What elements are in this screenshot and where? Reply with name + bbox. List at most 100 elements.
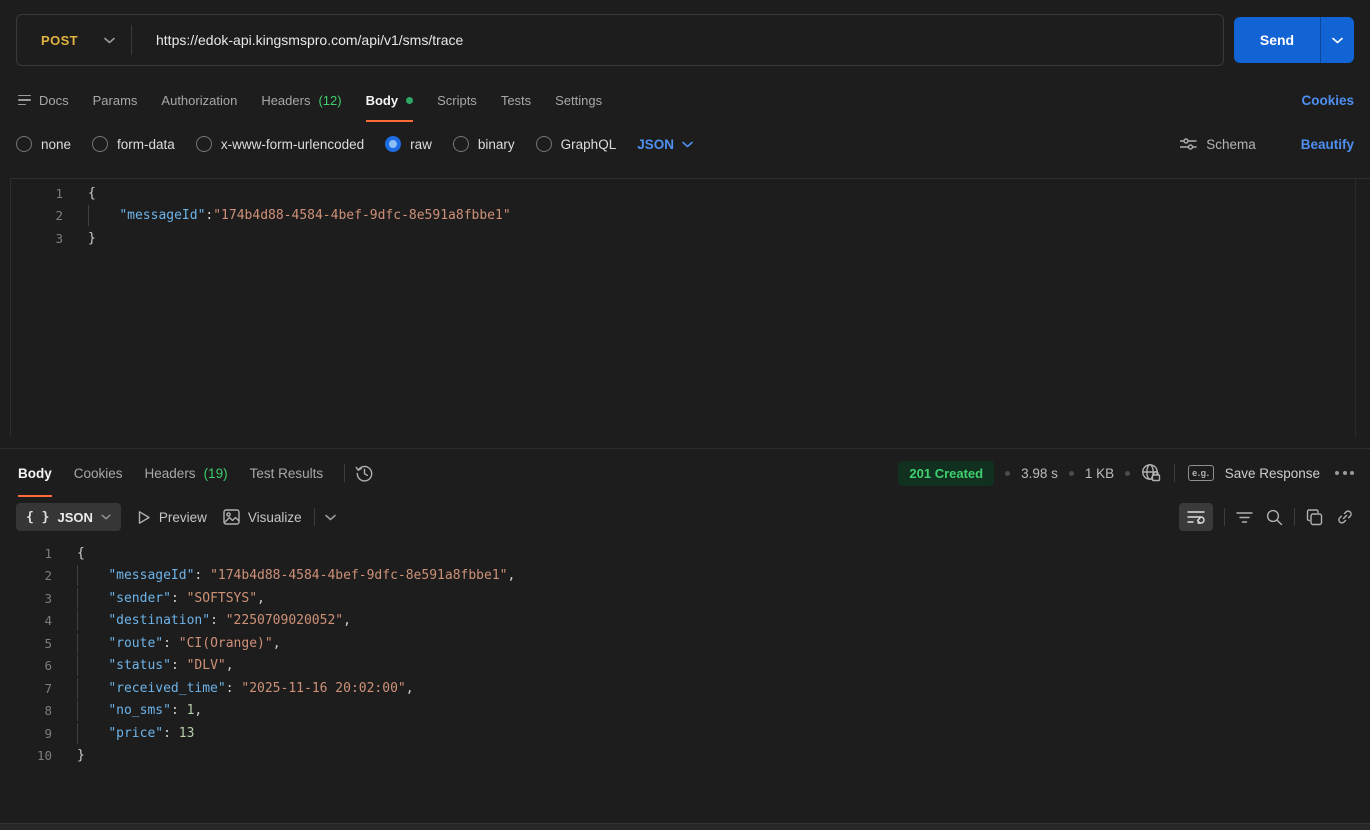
tab-label: Body: [18, 466, 52, 481]
tab-params[interactable]: Params: [81, 78, 150, 122]
body-type-none[interactable]: none: [16, 136, 71, 152]
body-type-raw[interactable]: raw: [385, 136, 432, 152]
code-text: "price": 13: [77, 726, 194, 741]
dot-separator-icon: [1069, 471, 1074, 476]
cookies-link[interactable]: Cookies: [1301, 93, 1354, 108]
line-number: 9: [0, 726, 52, 741]
radio-icon: [16, 136, 32, 152]
copy-button[interactable]: [1306, 509, 1323, 526]
search-button[interactable]: [1266, 509, 1283, 526]
visualize-button[interactable]: Visualize: [223, 509, 302, 525]
response-history-button[interactable]: [355, 464, 374, 483]
send-split-button: Send: [1234, 17, 1354, 63]
editor-scrollbar-gutter[interactable]: [1355, 179, 1356, 437]
radio-label: x-www-form-urlencoded: [221, 137, 364, 152]
radio-icon: [196, 136, 212, 152]
radio-label: binary: [478, 137, 515, 152]
preview-button[interactable]: Preview: [137, 510, 207, 525]
language-selector[interactable]: JSON: [637, 137, 693, 152]
schema-button[interactable]: Schema: [1180, 137, 1256, 152]
response-format-selector[interactable]: { } JSON: [16, 503, 121, 531]
code-line: 7 "received_time": "2025-11-16 20:02:00"…: [0, 677, 1370, 700]
tab-docs[interactable]: Docs: [6, 78, 81, 122]
url-input[interactable]: https://edok-api.kingsmspro.com/api/v1/s…: [156, 32, 463, 48]
preview-label: Preview: [159, 510, 207, 525]
dot-separator-icon: [1125, 471, 1130, 476]
line-number: 3: [11, 231, 63, 246]
format-options-button[interactable]: [325, 514, 336, 521]
more-options-icon[interactable]: [1335, 471, 1354, 475]
body-type-x-www-form-urlencoded[interactable]: x-www-form-urlencoded: [196, 136, 364, 152]
tab-label: Test Results: [250, 466, 324, 481]
line-number: 10: [0, 748, 52, 763]
tab-label: Settings: [555, 93, 602, 108]
chevron-down-icon: [101, 514, 111, 520]
chevron-down-icon: [1332, 37, 1343, 44]
line-number: 5: [0, 636, 52, 651]
headers-count: (12): [318, 93, 341, 108]
radio-label: none: [41, 137, 71, 152]
response-body-viewer[interactable]: 1{2 "messageId": "174b4d88-4584-4bef-9df…: [0, 537, 1370, 767]
network-info-button[interactable]: [1141, 463, 1161, 483]
line-number: 1: [11, 186, 63, 201]
dot-separator-icon: [1005, 471, 1010, 476]
url-container[interactable]: POST https://edok-api.kingsmspro.com/api…: [16, 14, 1224, 66]
request-url-bar: POST https://edok-api.kingsmspro.com/api…: [0, 0, 1370, 78]
body-type-binary[interactable]: binary: [453, 136, 515, 152]
tab-label: Headers: [145, 466, 196, 481]
response-time: 3.98 s: [1021, 466, 1058, 481]
body-type-graphql[interactable]: GraphQL: [536, 136, 617, 152]
tab-scripts[interactable]: Scripts: [425, 78, 489, 122]
request-body-editor[interactable]: 1{2 "messageId":"174b4d88-4584-4bef-9dfc…: [10, 178, 1370, 437]
api-client-window: POST https://edok-api.kingsmspro.com/api…: [0, 0, 1370, 830]
word-wrap-toggle[interactable]: [1179, 503, 1213, 531]
docs-icon: [18, 95, 31, 106]
tab-authorization[interactable]: Authorization: [149, 78, 249, 122]
code-line: 4 "destination": "2250709020052",: [0, 610, 1370, 633]
response-meta: 201 Created 3.98 s 1 KB e.g. Save Respon…: [898, 461, 1354, 486]
code-line: 8 "no_sms": 1,: [0, 700, 1370, 723]
code-text: "no_sms": 1,: [77, 703, 202, 718]
method-label: POST: [41, 33, 78, 48]
code-text: }: [77, 748, 85, 763]
divider: [1294, 508, 1295, 526]
send-options-button[interactable]: [1320, 17, 1354, 63]
method-selector[interactable]: POST: [17, 15, 131, 65]
response-headers-count: (19): [204, 466, 228, 481]
play-icon: [137, 510, 151, 525]
save-response-button[interactable]: Save Response: [1225, 466, 1320, 481]
request-tabs: Docs Params Authorization Headers (12) B…: [0, 78, 1370, 122]
status-bar: [0, 823, 1370, 830]
response-tab-test-results[interactable]: Test Results: [239, 449, 335, 497]
code-line: 1{: [11, 182, 1370, 205]
beautify-link[interactable]: Beautify: [1301, 137, 1354, 152]
response-tab-headers[interactable]: Headers (19): [134, 449, 239, 497]
line-number: 1: [0, 546, 52, 561]
body-type-form-data[interactable]: form-data: [92, 136, 175, 152]
response-tab-body[interactable]: Body: [18, 449, 63, 497]
format-label: JSON: [57, 510, 92, 525]
radio-label: raw: [410, 137, 432, 152]
response-size: 1 KB: [1085, 466, 1114, 481]
response-tab-cookies[interactable]: Cookies: [63, 449, 134, 497]
chevron-down-icon: [325, 514, 336, 521]
tab-settings[interactable]: Settings: [543, 78, 614, 122]
code-text: "messageId": "174b4d88-4584-4bef-9dfc-8e…: [77, 568, 515, 583]
status-badge: 201 Created: [898, 461, 994, 486]
send-button[interactable]: Send: [1234, 17, 1320, 63]
link-button[interactable]: [1336, 508, 1354, 526]
radio-label: form-data: [117, 137, 175, 152]
response-tools-right: [1179, 503, 1354, 531]
radio-icon: [92, 136, 108, 152]
filter-button[interactable]: [1236, 511, 1253, 524]
tab-label: Tests: [501, 93, 531, 108]
code-line: 9 "price": 13: [0, 722, 1370, 745]
body-type-bar: none form-data x-www-form-urlencoded raw…: [0, 122, 1370, 166]
code-line: 2 "messageId":"174b4d88-4584-4bef-9dfc-8…: [11, 205, 1370, 228]
tab-tests[interactable]: Tests: [489, 78, 543, 122]
image-icon: [223, 509, 240, 525]
code-line: 5 "route": "CI(Orange)",: [0, 632, 1370, 655]
tab-headers[interactable]: Headers (12): [249, 78, 353, 122]
tab-body[interactable]: Body: [354, 78, 426, 122]
tab-label: Authorization: [161, 93, 237, 108]
